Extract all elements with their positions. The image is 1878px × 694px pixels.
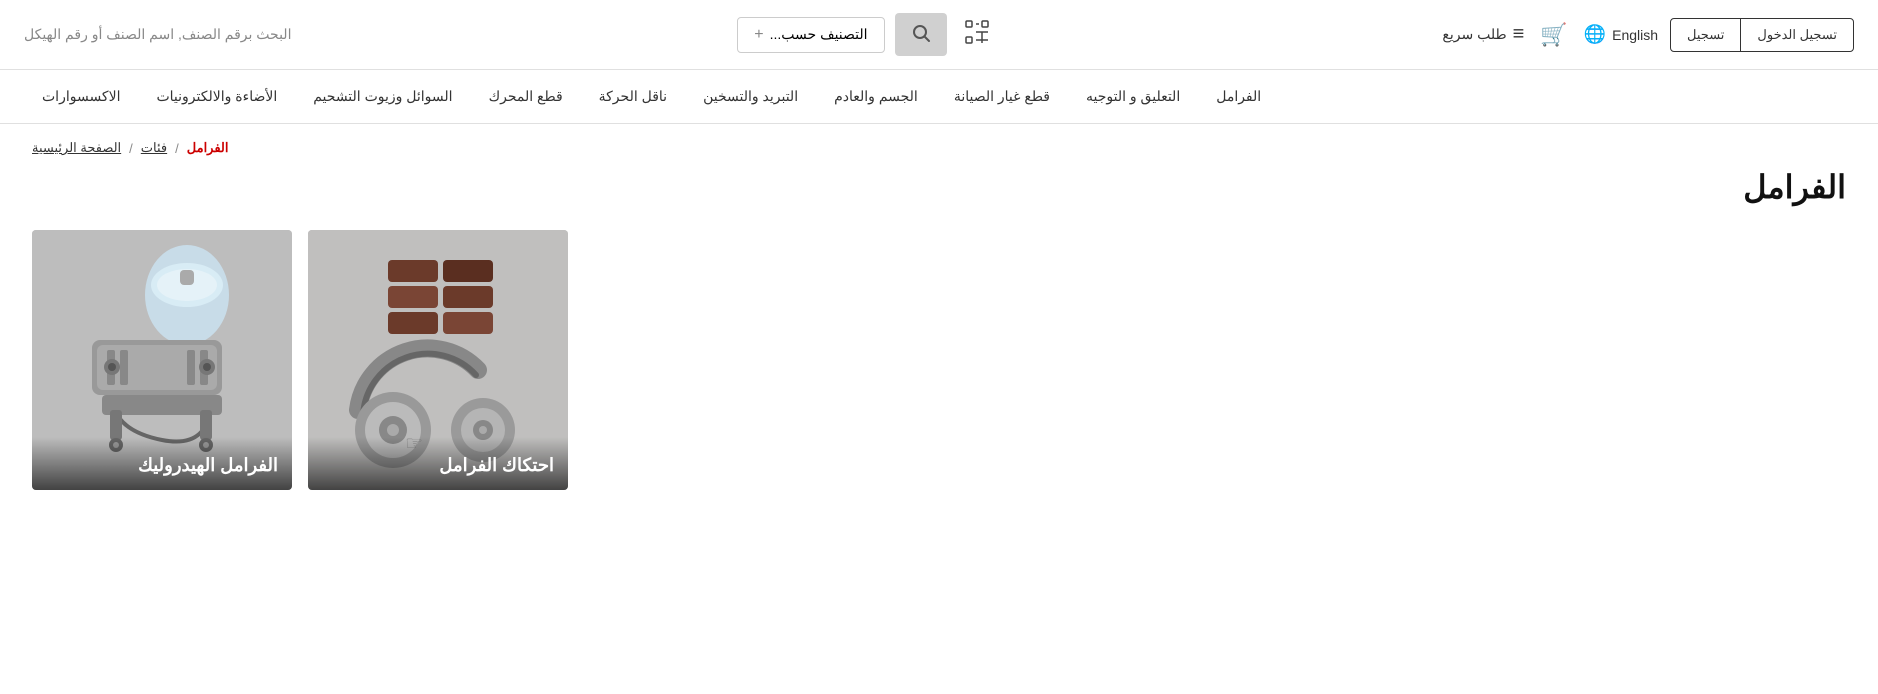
page-title-area: الفرامل	[0, 164, 1878, 230]
breadcrumb-area: الفرامل / فئات / الصفحة الرئيسية	[0, 124, 1878, 164]
nav-link-brakes[interactable]: الفرامل	[1198, 70, 1279, 123]
nav-link-fluids[interactable]: السوائل وزيوت التشحيم	[295, 70, 470, 123]
auth-buttons-group: تسجيل الدخول تسجيل	[1670, 18, 1854, 52]
header-right-section: تسجيل الدخول تسجيل English 🌐 🛒 ≡ طلب سري…	[1442, 18, 1854, 52]
breadcrumb-sep2: /	[175, 141, 179, 156]
classify-label: التصنيف حسب...	[770, 26, 868, 43]
breadcrumb-home-link[interactable]: الصفحة الرئيسية	[32, 140, 121, 156]
nav-item-cooling[interactable]: التبريد والتسخين	[685, 70, 816, 123]
language-button[interactable]: English 🌐	[1584, 24, 1658, 45]
globe-icon: 🌐	[1584, 24, 1606, 45]
auth-divider	[1740, 19, 1741, 51]
page-title: الفرامل	[32, 168, 1846, 206]
quick-order-label: طلب سريع	[1442, 26, 1506, 43]
search-button[interactable]	[895, 13, 947, 56]
main-content: ☞ احتكاك الفرامل	[0, 230, 1878, 522]
register-button[interactable]: تسجيل الدخول	[1741, 19, 1853, 51]
category-card-brake-friction[interactable]: ☞ احتكاك الفرامل	[308, 230, 568, 490]
nav-link-lights[interactable]: الأضاءة والالكترونيات	[138, 70, 295, 123]
nav-item-accessories[interactable]: الاكسسوارات	[24, 70, 138, 123]
quick-order-button[interactable]: ≡ طلب سريع	[1442, 23, 1524, 46]
nav-item-transmission[interactable]: ناقل الحركة	[581, 70, 685, 123]
nav-item-fluids[interactable]: السوائل وزيوت التشحيم	[295, 70, 470, 123]
scan-button[interactable]	[957, 12, 997, 58]
main-navigation: الفرامل التعليق و التوجيه قطع غيار الصيا…	[0, 70, 1878, 124]
nav-item-engine[interactable]: قطع المحرك	[471, 70, 581, 123]
breadcrumb-sep1: /	[129, 141, 133, 156]
search-area: التصنيف حسب... +	[291, 12, 1442, 58]
breadcrumb: الفرامل / فئات / الصفحة الرئيسية	[32, 140, 1846, 156]
nav-link-engine[interactable]: قطع المحرك	[471, 70, 581, 123]
classify-button[interactable]: التصنيف حسب... +	[737, 17, 884, 53]
card-overlay-brake-friction: احتكاك الفرامل	[308, 437, 568, 490]
list-icon: ≡	[1513, 23, 1525, 46]
category-grid: ☞ احتكاك الفرامل	[32, 230, 1846, 490]
nav-link-body[interactable]: الجسم والعادم	[816, 70, 936, 123]
header-left-section: البحث برقم الصنف, اسم الصنف أو رقم الهيك…	[24, 26, 291, 43]
breadcrumb-categories-link[interactable]: فئات	[141, 140, 167, 156]
breadcrumb-current: الفرامل	[187, 140, 229, 156]
nav-link-transmission[interactable]: ناقل الحركة	[581, 70, 685, 123]
nav-link-accessories[interactable]: الاكسسوارات	[24, 70, 138, 123]
category-card-hydraulic[interactable]: الفرامل الهيدروليك	[32, 230, 292, 490]
nav-link-suspension[interactable]: التعليق و التوجيه	[1068, 70, 1198, 123]
nav-list: الفرامل التعليق و التوجيه قطع غيار الصيا…	[24, 70, 1854, 123]
nav-link-cooling[interactable]: التبريد والتسخين	[685, 70, 816, 123]
language-label: English	[1612, 27, 1658, 43]
nav-item-brakes[interactable]: الفرامل	[1198, 70, 1279, 123]
nav-item-body[interactable]: الجسم والعادم	[816, 70, 936, 123]
search-icon	[911, 23, 931, 46]
nav-item-maintenance[interactable]: قطع غيار الصيانة	[936, 70, 1068, 123]
nav-item-lights[interactable]: الأضاءة والالكترونيات	[138, 70, 295, 123]
nav-link-maintenance[interactable]: قطع غيار الصيانة	[936, 70, 1068, 123]
card-label-hydraulic: الفرامل الهيدروليك	[138, 455, 278, 475]
cart-icon: 🛒	[1540, 22, 1567, 47]
search-hint-text: البحث برقم الصنف, اسم الصنف أو رقم الهيك…	[24, 26, 291, 43]
header: تسجيل الدخول تسجيل English 🌐 🛒 ≡ طلب سري…	[0, 0, 1878, 70]
card-label-brake-friction: احتكاك الفرامل	[439, 455, 554, 475]
login-button[interactable]: تسجيل	[1671, 19, 1740, 51]
cart-button[interactable]: 🛒	[1536, 18, 1571, 52]
card-overlay-hydraulic: الفرامل الهيدروليك	[32, 437, 292, 490]
scan-icon	[963, 26, 991, 51]
plus-icon: +	[754, 26, 763, 44]
nav-item-suspension[interactable]: التعليق و التوجيه	[1068, 70, 1198, 123]
